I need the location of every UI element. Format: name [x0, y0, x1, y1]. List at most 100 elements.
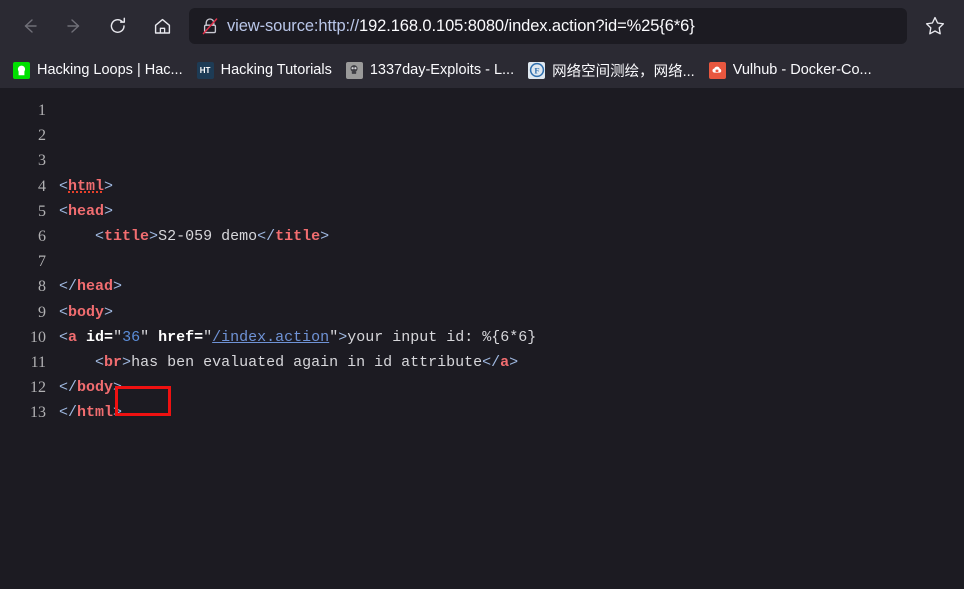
- line-number: 3: [38, 152, 46, 170]
- code-token: </: [257, 228, 276, 246]
- line-content: <br>has ben evaluated again in id attrib…: [58, 350, 544, 375]
- code-token: title: [104, 228, 150, 246]
- code-token: html: [68, 177, 105, 195]
- code-token: href=: [158, 328, 204, 346]
- line-content: [58, 123, 544, 148]
- forward-arrow-icon: [67, 19, 80, 33]
- line-number: 13: [30, 404, 46, 422]
- code-token: S2-059 demo: [158, 228, 258, 246]
- line-number: 12: [30, 379, 46, 397]
- url-scheme: view-source:http://: [227, 16, 359, 35]
- code-token: head: [77, 278, 114, 296]
- star-icon: [925, 16, 945, 35]
- bookmark-star-button[interactable]: [918, 9, 952, 43]
- code-token: >: [104, 303, 114, 321]
- reload-button[interactable]: [100, 8, 136, 44]
- line-number: 2: [38, 127, 46, 145]
- line-content: [58, 148, 544, 173]
- code-token: </: [482, 354, 501, 372]
- fofa-favicon: F: [528, 61, 546, 79]
- code-token: </: [59, 379, 78, 397]
- code-token: <: [59, 202, 69, 220]
- code-token: >: [149, 228, 159, 246]
- code-token: title: [275, 228, 321, 246]
- line-number: 11: [30, 354, 46, 372]
- code-token: your input id: %{6*6}: [347, 328, 537, 346]
- source-code-table: 1 2 3 4 <html> 5 <head> 6 <title>S2-059 demo…: [0, 98, 544, 426]
- 1337day-favicon: [345, 61, 363, 79]
- line-content: <title>S2-059 demo</title>: [58, 224, 544, 249]
- hackingloops-favicon: [13, 61, 30, 79]
- code-token: ": [113, 328, 123, 346]
- code-token: </: [59, 404, 78, 422]
- source-line: 11 <br>has ben evaluated again in id att…: [0, 350, 544, 375]
- hackingtutorials-favicon: HT: [196, 61, 214, 79]
- code-token: >: [113, 379, 123, 397]
- code-token: >: [320, 228, 330, 246]
- home-icon: [154, 18, 170, 34]
- bookmark-item-vulhub[interactable]: Vulhub - Docker-Co...: [702, 56, 879, 84]
- bookmark-label: Vulhub - Docker-Co...: [732, 62, 872, 78]
- forward-button[interactable]: [56, 8, 92, 44]
- code-token: body: [77, 379, 114, 397]
- source-line: 1: [0, 98, 544, 123]
- bookmark-item-fofa[interactable]: F 网络空间测绘，网络...: [521, 56, 702, 84]
- view-source-content: 1 2 3 4 <html> 5 <head> 6 <title>S2-059 demo…: [0, 88, 964, 589]
- code-token: >: [122, 354, 132, 372]
- code-token: head: [68, 202, 105, 220]
- bookmark-item-hacking-loops[interactable]: Hacking Loops | Hac...: [6, 56, 190, 84]
- url-bar[interactable]: view-source:http://192.168.0.105:8080/in…: [189, 8, 907, 44]
- code-token: >: [104, 202, 114, 220]
- reload-icon: [110, 17, 126, 34]
- source-line: 2: [0, 123, 544, 148]
- line-number: 7: [38, 253, 46, 271]
- bookmark-label: Hacking Tutorials: [220, 62, 332, 78]
- lock-slash-icon[interactable]: [199, 16, 221, 36]
- code-token: >: [509, 354, 519, 372]
- bookmark-label: 网络空间测绘，网络...: [552, 63, 695, 80]
- line-number: 5: [38, 202, 46, 220]
- home-button[interactable]: [144, 8, 180, 44]
- code-token: br: [104, 354, 123, 372]
- line-number: 6: [38, 228, 46, 246]
- vulhub-favicon: [708, 61, 726, 79]
- source-line: 5 <head>: [0, 199, 544, 224]
- line-content: </body>: [58, 375, 544, 400]
- code-token: >: [338, 328, 348, 346]
- line-content: [58, 249, 544, 274]
- code-token: >: [113, 278, 123, 296]
- source-line: 13 </html>: [0, 400, 544, 425]
- code-token: </: [59, 278, 78, 296]
- source-code-body: 1 2 3 4 <html> 5 <head> 6 <title>S2-059 demo…: [0, 98, 544, 426]
- code-token: <: [59, 303, 69, 321]
- line-content: <body>: [58, 300, 544, 325]
- line-content: </html>: [58, 400, 544, 425]
- back-button[interactable]: [12, 8, 48, 44]
- line-number: 10: [30, 328, 46, 346]
- code-token: html: [77, 404, 114, 422]
- code-token: >: [104, 177, 114, 195]
- url-bar-container: view-source:http://192.168.0.105:8080/in…: [184, 8, 912, 44]
- bookmark-item-1337day[interactable]: 1337day-Exploits - L...: [339, 56, 521, 84]
- code-token: body: [68, 303, 105, 321]
- source-link[interactable]: /index.action: [212, 329, 329, 346]
- line-number: 8: [38, 278, 46, 296]
- code-token: <: [95, 354, 105, 372]
- bookmark-item-hacking-tutorials[interactable]: HT Hacking Tutorials: [190, 56, 339, 84]
- source-line: 3: [0, 148, 544, 173]
- code-token: <: [59, 328, 69, 346]
- back-arrow-icon: [24, 19, 37, 33]
- line-content: <head>: [58, 199, 544, 224]
- source-line: 10 <a id="36" href="/index.action">your i…: [0, 325, 544, 350]
- line-content: </head>: [58, 274, 544, 299]
- code-token: <: [95, 228, 105, 246]
- source-line: 8 </head>: [0, 274, 544, 299]
- code-token: ": [140, 328, 150, 346]
- code-token: ": [203, 328, 213, 346]
- code-token: 36: [122, 328, 141, 346]
- line-number: 1: [38, 102, 46, 119]
